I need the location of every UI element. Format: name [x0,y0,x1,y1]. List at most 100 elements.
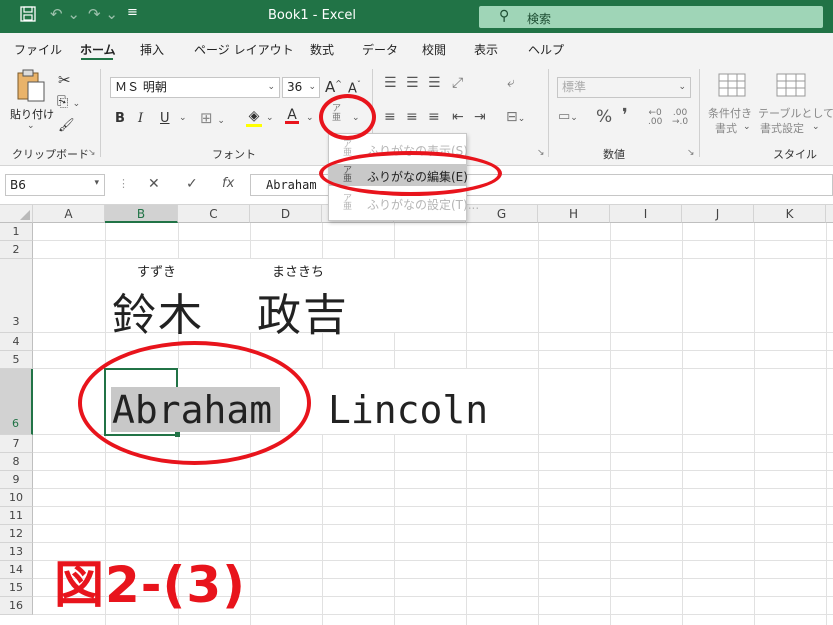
wrap-text-icon[interactable]: ⤶ [507,75,515,91]
column-header-j[interactable]: J [682,205,754,223]
increase-indent-icon[interactable]: ⇥ [474,109,486,125]
tab-home[interactable]: ホーム [80,41,116,58]
gridline [33,488,833,489]
align-top-icon[interactable]: ☰ [384,75,397,91]
row-header-7[interactable]: 7 [0,435,33,453]
row-header-15[interactable]: 15 [0,579,33,597]
row-header-2[interactable]: 2 [0,241,33,259]
conditional-formatting-label2[interactable]: 書式 [715,120,737,136]
number-format-dropdown[interactable]: 標準 ⌄ [557,77,691,98]
percent-button[interactable]: % [596,107,612,127]
row-header-8[interactable]: 8 [0,453,33,471]
comma-style-button[interactable]: ❜ [622,105,628,126]
gridline [538,223,539,625]
format-as-table-label2[interactable]: 書式設定 [760,120,804,136]
undo-icon[interactable]: ↶ ⌄ [50,5,80,23]
row-header-6[interactable]: 6 [0,369,33,435]
paste-label[interactable]: 貼り付け [10,106,54,122]
clipboard-launcher-icon[interactable]: ↘ [88,148,96,158]
cell-d6[interactable]: Lincoln [328,386,488,434]
alignment-launcher-icon[interactable]: ↘ [537,148,545,158]
underline-button[interactable]: U [160,111,170,126]
tab-data[interactable]: データ [362,41,398,58]
column-header-l[interactable] [826,205,833,223]
align-bottom-icon[interactable]: ☰ [428,75,441,91]
decrease-decimal-icon[interactable]: .00 →.0 [672,109,688,127]
cell-b3[interactable]: 鈴木 [112,279,204,343]
cell-d3[interactable]: 政吉 [257,279,349,343]
tab-page-layout[interactable]: ページ レイアウト [194,41,294,58]
cell-d3-furigana: まさきち [272,265,325,280]
column-header-h[interactable]: H [538,205,610,223]
align-center-icon[interactable]: ≡ [406,109,418,125]
gridline [754,223,755,625]
cut-icon[interactable]: ✂ [58,71,71,89]
font-size-dropdown[interactable]: 36 ⌄ [282,77,320,98]
cancel-button[interactable]: ✕ [148,176,160,192]
copy-icon[interactable]: ⎘ ⌄ [57,94,80,110]
row-header-5[interactable]: 5 [0,351,33,369]
customize-qat-icon[interactable]: ≡ [127,5,138,20]
phonetic-guide-icon: ア亜 [343,140,353,158]
row-header-12[interactable]: 12 [0,525,33,543]
row-header-11[interactable]: 11 [0,507,33,525]
enter-button[interactable]: ✓ [186,176,198,192]
increase-decimal-icon[interactable]: ←0.00 [648,109,662,127]
fill-color-icon[interactable]: ◈ [246,108,262,127]
font-color-icon[interactable]: A [285,107,299,124]
format-as-table-label[interactable]: テーブルとして [758,105,833,121]
column-header-i[interactable]: I [610,205,682,223]
row-header-3[interactable]: 3 [0,259,33,333]
row-header-10[interactable]: 10 [0,489,33,507]
fill-color-dropdown-icon[interactable]: ⌄ [266,113,274,123]
merge-center-icon[interactable]: ⊟⌄ [506,109,525,125]
conditional-formatting-label[interactable]: 条件付き [708,105,752,121]
column-header-c[interactable]: C [178,205,250,223]
align-middle-icon[interactable]: ☰ [406,75,419,91]
tab-help[interactable]: ヘルプ [528,41,564,58]
align-left-icon[interactable]: ≡ [384,109,396,125]
conditional-formatting-icon[interactable] [718,73,746,101]
separator [548,69,549,157]
select-all-corner[interactable] [0,205,33,223]
font-color-dropdown-icon[interactable]: ⌄ [306,113,314,123]
orientation-icon[interactable]: ⤢ [452,75,463,91]
borders-icon[interactable]: ⊞ ⌄ [200,109,225,127]
format-as-table-icon[interactable] [776,73,806,101]
column-header-a[interactable]: A [33,205,105,223]
bold-button[interactable]: B [115,111,125,126]
gridline [682,223,683,625]
align-right-icon[interactable]: ≡ [428,109,440,125]
row-header-4[interactable]: 4 [0,333,33,351]
insert-function-button[interactable]: fx [222,176,234,191]
tab-review[interactable]: 校閲 [422,41,446,58]
italic-button[interactable]: I [138,111,143,126]
redo-icon[interactable]: ↷ ⌄ [88,5,118,23]
paste-icon[interactable] [14,69,46,107]
column-header-d[interactable]: D [250,205,322,223]
column-header-b[interactable]: B [105,205,178,223]
tab-insert[interactable]: 挿入 [140,41,164,58]
name-box[interactable]: B6 ▾ [5,174,105,196]
currency-icon[interactable]: ▭⌄ [558,109,578,124]
row-header-14[interactable]: 14 [0,561,33,579]
tab-view[interactable]: 表示 [474,41,498,58]
row-header-1[interactable]: 1 [0,223,33,241]
tab-file[interactable]: ファイル [14,41,62,58]
grow-font-button[interactable]: A^ [325,78,342,96]
format-painter-icon[interactable]: 🖌 [58,118,75,133]
row-header-13[interactable]: 13 [0,543,33,561]
row-header-16[interactable]: 16 [0,597,33,615]
row-header-9[interactable]: 9 [0,471,33,489]
separator [699,69,700,157]
save-icon[interactable] [20,6,36,26]
underline-dropdown-icon[interactable]: ⌄ [179,113,187,123]
font-name-dropdown[interactable]: ＭＳ 明朝 ⌄ [110,77,280,98]
search-box[interactable]: ⚲ 検索 [479,6,823,28]
number-launcher-icon[interactable]: ↘ [687,148,695,158]
gridline [33,542,833,543]
decrease-indent-icon[interactable]: ⇤ [452,109,464,125]
paste-dropdown-icon[interactable]: ⌄ [27,121,35,131]
column-header-k[interactable]: K [754,205,826,223]
tab-formulas[interactable]: 数式 [310,41,334,58]
